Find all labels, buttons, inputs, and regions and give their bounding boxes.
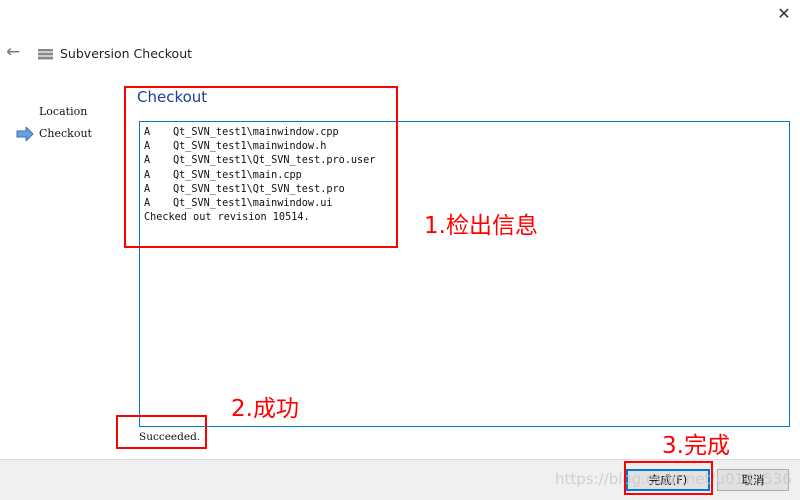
annotation-box-3 [624,461,713,495]
window-title: Subversion Checkout [60,46,193,61]
annotation-label-2: 2.成功 [231,396,299,422]
close-button[interactable]: ✕ [772,4,796,23]
nav-item-checkout: Checkout [39,127,92,140]
close-icon: ✕ [777,4,791,23]
svn-icon [38,49,53,60]
back-arrow-icon: ← [6,42,21,62]
annotation-box-1 [124,86,398,248]
current-step-arrow-icon [16,127,34,141]
annotation-label-1: 1.检出信息 [424,213,538,239]
annotation-box-2 [116,415,207,449]
annotation-label-3: 3.完成 [662,433,730,459]
back-button[interactable]: ← [6,42,20,62]
cancel-button[interactable]: 取消 [717,469,789,491]
nav-item-location: Location [39,105,88,118]
